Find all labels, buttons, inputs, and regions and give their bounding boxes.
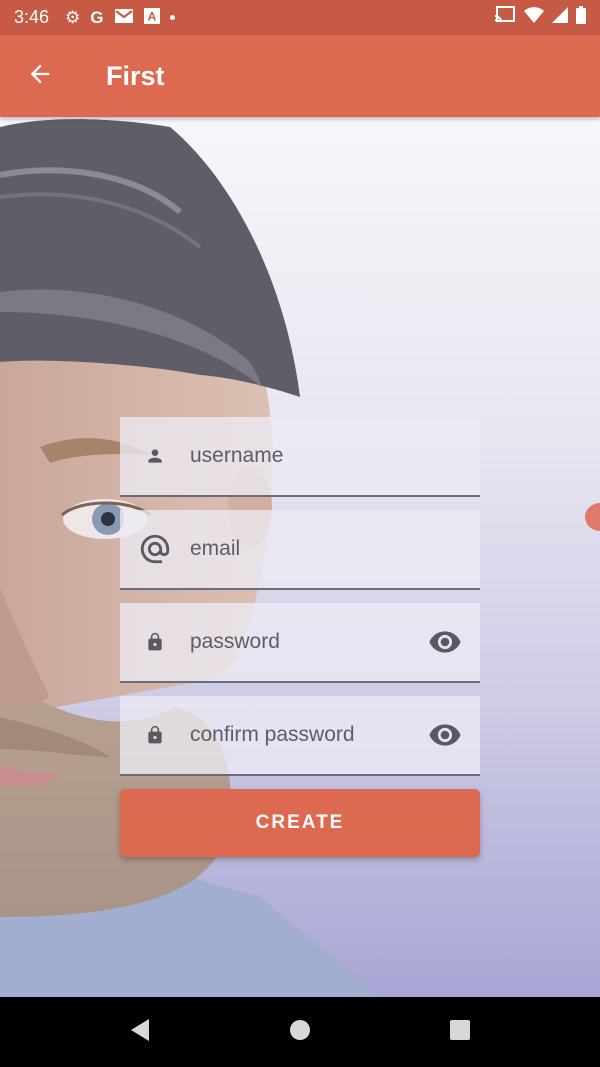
wifi-icon xyxy=(524,7,544,28)
password-field[interactable]: password xyxy=(120,603,480,683)
content-area: username email password confirm password… xyxy=(0,117,600,997)
gear-icon: ⚙ xyxy=(65,8,81,27)
dot-icon: • xyxy=(169,8,176,27)
at-icon xyxy=(120,509,190,589)
svg-text:A: A xyxy=(147,10,156,24)
create-button[interactable]: CREATE xyxy=(120,789,480,857)
battery-icon xyxy=(576,6,586,29)
email-input[interactable]: email xyxy=(190,537,480,561)
cast-icon xyxy=(494,6,516,29)
password-input[interactable]: password xyxy=(190,630,410,654)
back-triangle-icon xyxy=(129,1018,151,1047)
person-icon xyxy=(120,416,190,496)
notification-icons: ⚙ G A • xyxy=(65,8,175,27)
edge-indicator-dot xyxy=(585,503,600,531)
google-icon: G xyxy=(90,8,104,27)
email-field[interactable]: email xyxy=(120,510,480,590)
nav-recents-button[interactable] xyxy=(430,1002,490,1062)
page-title: First xyxy=(106,60,165,91)
back-button[interactable] xyxy=(0,35,80,117)
confirm-password-input[interactable]: confirm password xyxy=(190,723,410,747)
a-box-icon: A xyxy=(143,8,160,27)
nav-back-button[interactable] xyxy=(110,1002,170,1062)
signal-icon xyxy=(552,7,568,28)
eye-icon[interactable] xyxy=(410,602,480,682)
eye-icon[interactable] xyxy=(410,695,480,775)
recents-square-icon xyxy=(449,1019,471,1046)
system-icons xyxy=(494,6,586,29)
lock-icon xyxy=(120,602,190,682)
nav-home-button[interactable] xyxy=(270,1002,330,1062)
home-circle-icon xyxy=(289,1019,311,1046)
username-input[interactable]: username xyxy=(190,444,480,468)
status-bar: 3:46 ⚙ G A • xyxy=(0,0,600,35)
username-field[interactable]: username xyxy=(120,417,480,497)
app-bar: First xyxy=(0,35,600,117)
gmail-icon xyxy=(114,8,134,27)
lock-icon xyxy=(120,695,190,775)
system-nav-bar xyxy=(0,997,600,1067)
status-time: 3:46 xyxy=(14,7,50,27)
confirm-password-field[interactable]: confirm password xyxy=(120,696,480,776)
arrow-left-icon xyxy=(26,60,54,93)
